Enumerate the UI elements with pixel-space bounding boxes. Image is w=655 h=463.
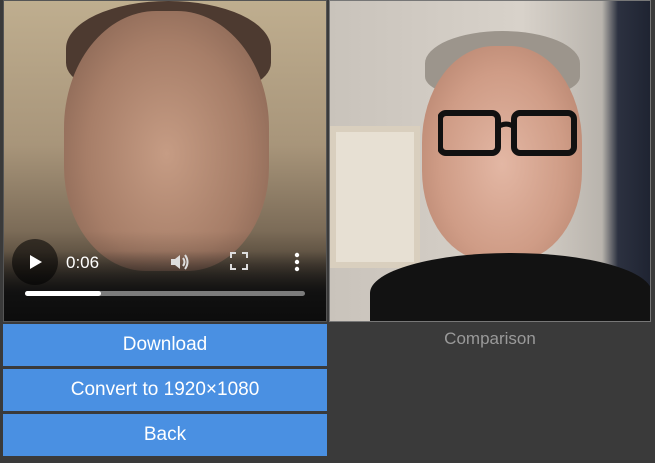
convert-button[interactable]: Convert to 1920×1080 <box>3 369 327 411</box>
fullscreen-icon[interactable] <box>229 251 249 271</box>
left-column: 0:06 Download Convert to 1920×1080 Back <box>3 0 327 456</box>
right-column: Comparison <box>329 0 651 349</box>
progress-fill <box>25 291 101 296</box>
progress-bar[interactable] <box>25 291 305 296</box>
comparison-image <box>329 0 651 322</box>
play-button[interactable] <box>12 239 58 285</box>
play-icon <box>30 255 42 269</box>
volume-icon[interactable] <box>168 251 190 273</box>
wall-picture-frame <box>330 126 420 268</box>
download-button[interactable]: Download <box>3 324 327 366</box>
glasses <box>438 110 577 156</box>
comparison-caption: Comparison <box>444 329 536 348</box>
video-player[interactable]: 0:06 <box>3 0 327 322</box>
back-button[interactable]: Back <box>3 414 327 456</box>
person-shirt <box>370 253 650 321</box>
more-vert-icon[interactable] <box>292 251 302 273</box>
video-time: 0:06 <box>66 253 100 272</box>
